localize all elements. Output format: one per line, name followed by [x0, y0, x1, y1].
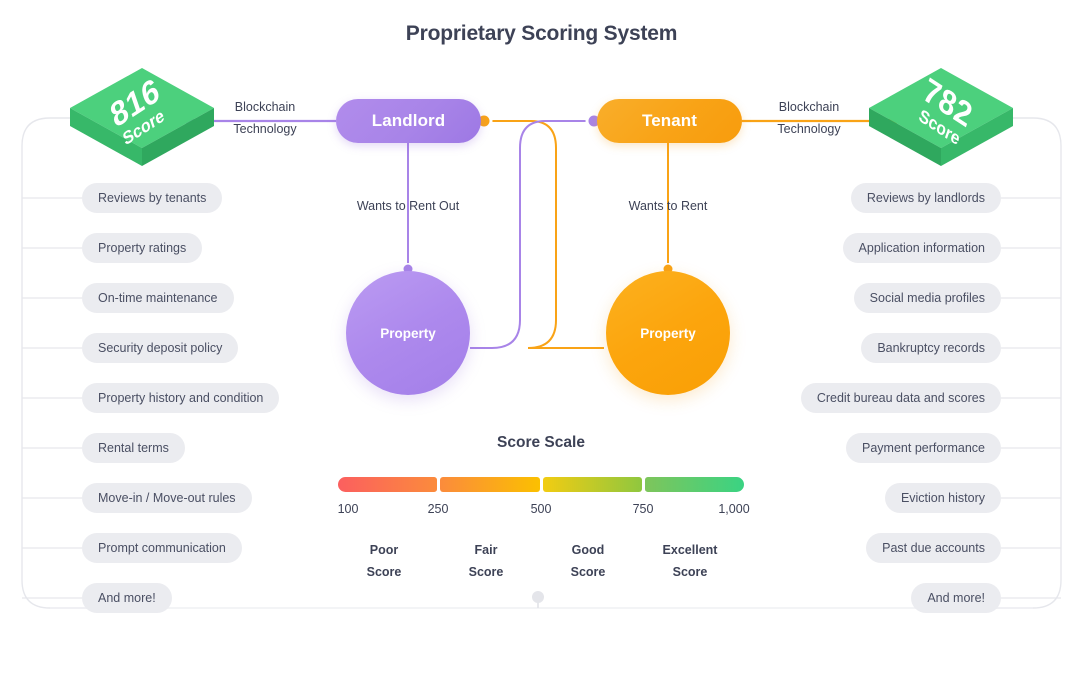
score-scale-rating-word: Score — [468, 564, 504, 579]
blockchain-label-right: Blockchain Technology — [749, 97, 869, 140]
left-branch-lines — [22, 197, 82, 599]
landlord-attribute-label: Property ratings — [98, 241, 187, 255]
tenant-attribute-label: Past due accounts — [882, 541, 985, 555]
diagram-canvas: Proprietary Scoring System 816 Score 782… — [0, 0, 1083, 680]
right-branch-lines — [1001, 197, 1061, 599]
tenant-attribute-pill[interactable]: Bankruptcy records — [861, 333, 1001, 363]
tenant-attribute-label: And more! — [927, 591, 985, 605]
score-scale-rating-name: Excellent — [662, 543, 718, 557]
landlord-attribute-label: On-time maintenance — [98, 291, 218, 305]
tenant-attribute-label: Payment performance — [862, 441, 985, 455]
tenant-attribute-label: Credit bureau data and scores — [816, 391, 985, 405]
landlord-attribute-pill[interactable]: Rental terms — [82, 433, 185, 463]
score-scale-rating-word: Score — [366, 564, 402, 579]
score-scale-rating-name: Fair — [474, 543, 498, 557]
landlord-attribute-pill[interactable]: Reviews by tenants — [82, 183, 223, 213]
score-scale-segment — [542, 477, 642, 492]
score-scale-tick-label: 750 — [632, 502, 654, 516]
tenant-label: Tenant — [641, 111, 698, 130]
landlord-attribute-label: Property history and condition — [98, 391, 264, 405]
score-badge-left: 816 Score — [62, 62, 222, 172]
tenant-attribute-label: Reviews by landlords — [866, 191, 985, 205]
tenant-attribute-pill[interactable]: Application information — [842, 233, 1001, 263]
blockchain-label-left: Blockchain Technology — [205, 97, 325, 140]
score-scale-segment — [644, 477, 744, 492]
score-scale-segment — [338, 477, 438, 492]
landlord-attribute-pill[interactable]: Security deposit policy — [82, 333, 239, 363]
landlord-label: Landlord — [371, 111, 446, 130]
landlord-property-node[interactable]: Property — [346, 271, 470, 395]
landlord-attribute-pill[interactable]: Prompt communication — [82, 533, 242, 563]
tenant-attribute-pill[interactable]: Credit bureau data and scores — [800, 383, 1001, 413]
wire-cross-landlord-to-tenant-property — [484, 120, 604, 349]
score-scale-ticks: 100 250 500 750 1,000 — [330, 502, 752, 520]
score-scale-rating-name: Good — [571, 543, 605, 557]
score-scale-tick-label: 250 — [427, 502, 449, 516]
tenant-attribute-pill[interactable]: Past due accounts — [866, 533, 1001, 563]
score-scale-title: Score Scale — [497, 434, 585, 451]
score-scale-rating: Fair Score — [469, 540, 504, 584]
tenant-attribute-label: Bankruptcy records — [877, 341, 985, 355]
tenant-attribute-pill[interactable]: Payment performance — [846, 433, 1001, 463]
blockchain-left-line1: Blockchain — [234, 100, 296, 114]
landlord-attribute-pill[interactable]: Property ratings — [82, 233, 203, 263]
score-badge-right: 782 Score — [861, 62, 1021, 172]
score-scale-ratings: Poor Score Fair Score Good Score Excellent Scor… — [338, 540, 744, 588]
tenant-attribute-label: Social media profiles — [869, 291, 985, 305]
tenant-intent-label: Wants to Rent — [628, 199, 708, 213]
blockchain-left-line2: Technology — [233, 121, 297, 136]
tenant-attribute-pill[interactable]: And more! — [911, 583, 1001, 613]
landlord-attribute-pill[interactable]: On-time maintenance — [82, 283, 234, 313]
tenant-attribute-pill[interactable]: Reviews by landlords — [850, 183, 1001, 213]
score-scale-rating-name: Poor — [369, 543, 399, 557]
landlord-attribute-pill[interactable]: Property history and condition — [82, 383, 280, 413]
tenant-node[interactable]: Tenant — [597, 99, 742, 143]
tenant-attribute-pill[interactable]: Social media profiles — [853, 283, 1001, 313]
score-scale-segment — [440, 477, 540, 492]
landlord-node[interactable]: Landlord — [336, 99, 481, 143]
score-scale-tick-label: 100 — [337, 502, 359, 516]
score-scale-rating-word: Score — [672, 564, 708, 579]
tenant-attribute-label: Eviction history — [900, 491, 985, 505]
score-scale-tick-label: 1,000 — [718, 502, 750, 516]
landlord-attribute-label: Security deposit policy — [98, 341, 223, 355]
wire-cross-tenant-to-landlord-property — [470, 120, 594, 349]
tenant-property-node[interactable]: Property — [606, 271, 730, 395]
center-stem-dot — [532, 591, 544, 603]
landlord-attribute-label: Move-in / Move-out rules — [98, 491, 236, 505]
score-scale-rating: Good Score — [571, 540, 606, 584]
landlord-attribute-pill[interactable]: Move-in / Move-out rules — [82, 483, 252, 513]
tenant-attribute-pill[interactable]: Eviction history — [884, 483, 1001, 513]
tenant-property-label: Property — [640, 325, 696, 341]
landlord-attribute-label: Rental terms — [98, 441, 169, 455]
landlord-attribute-label: Prompt communication — [98, 541, 226, 555]
tenant-attribute-label: Application information — [858, 241, 985, 255]
landlord-attribute-label: And more! — [98, 591, 156, 605]
landlord-property-label: Property — [380, 325, 436, 341]
landlord-attribute-label: Reviews by tenants — [98, 191, 207, 205]
score-scale-tick-label: 500 — [530, 502, 552, 516]
score-scale-bar — [338, 477, 744, 492]
score-scale-rating: Poor Score — [367, 540, 402, 584]
blockchain-right-line1: Blockchain — [778, 100, 840, 114]
blockchain-right-line2: Technology — [777, 121, 841, 136]
landlord-intent-label: Wants to Rent Out — [356, 199, 460, 213]
score-scale-rating-word: Score — [570, 564, 606, 579]
score-scale-rating: Excellent Score — [663, 540, 718, 584]
landlord-attribute-pill[interactable]: And more! — [82, 583, 172, 613]
